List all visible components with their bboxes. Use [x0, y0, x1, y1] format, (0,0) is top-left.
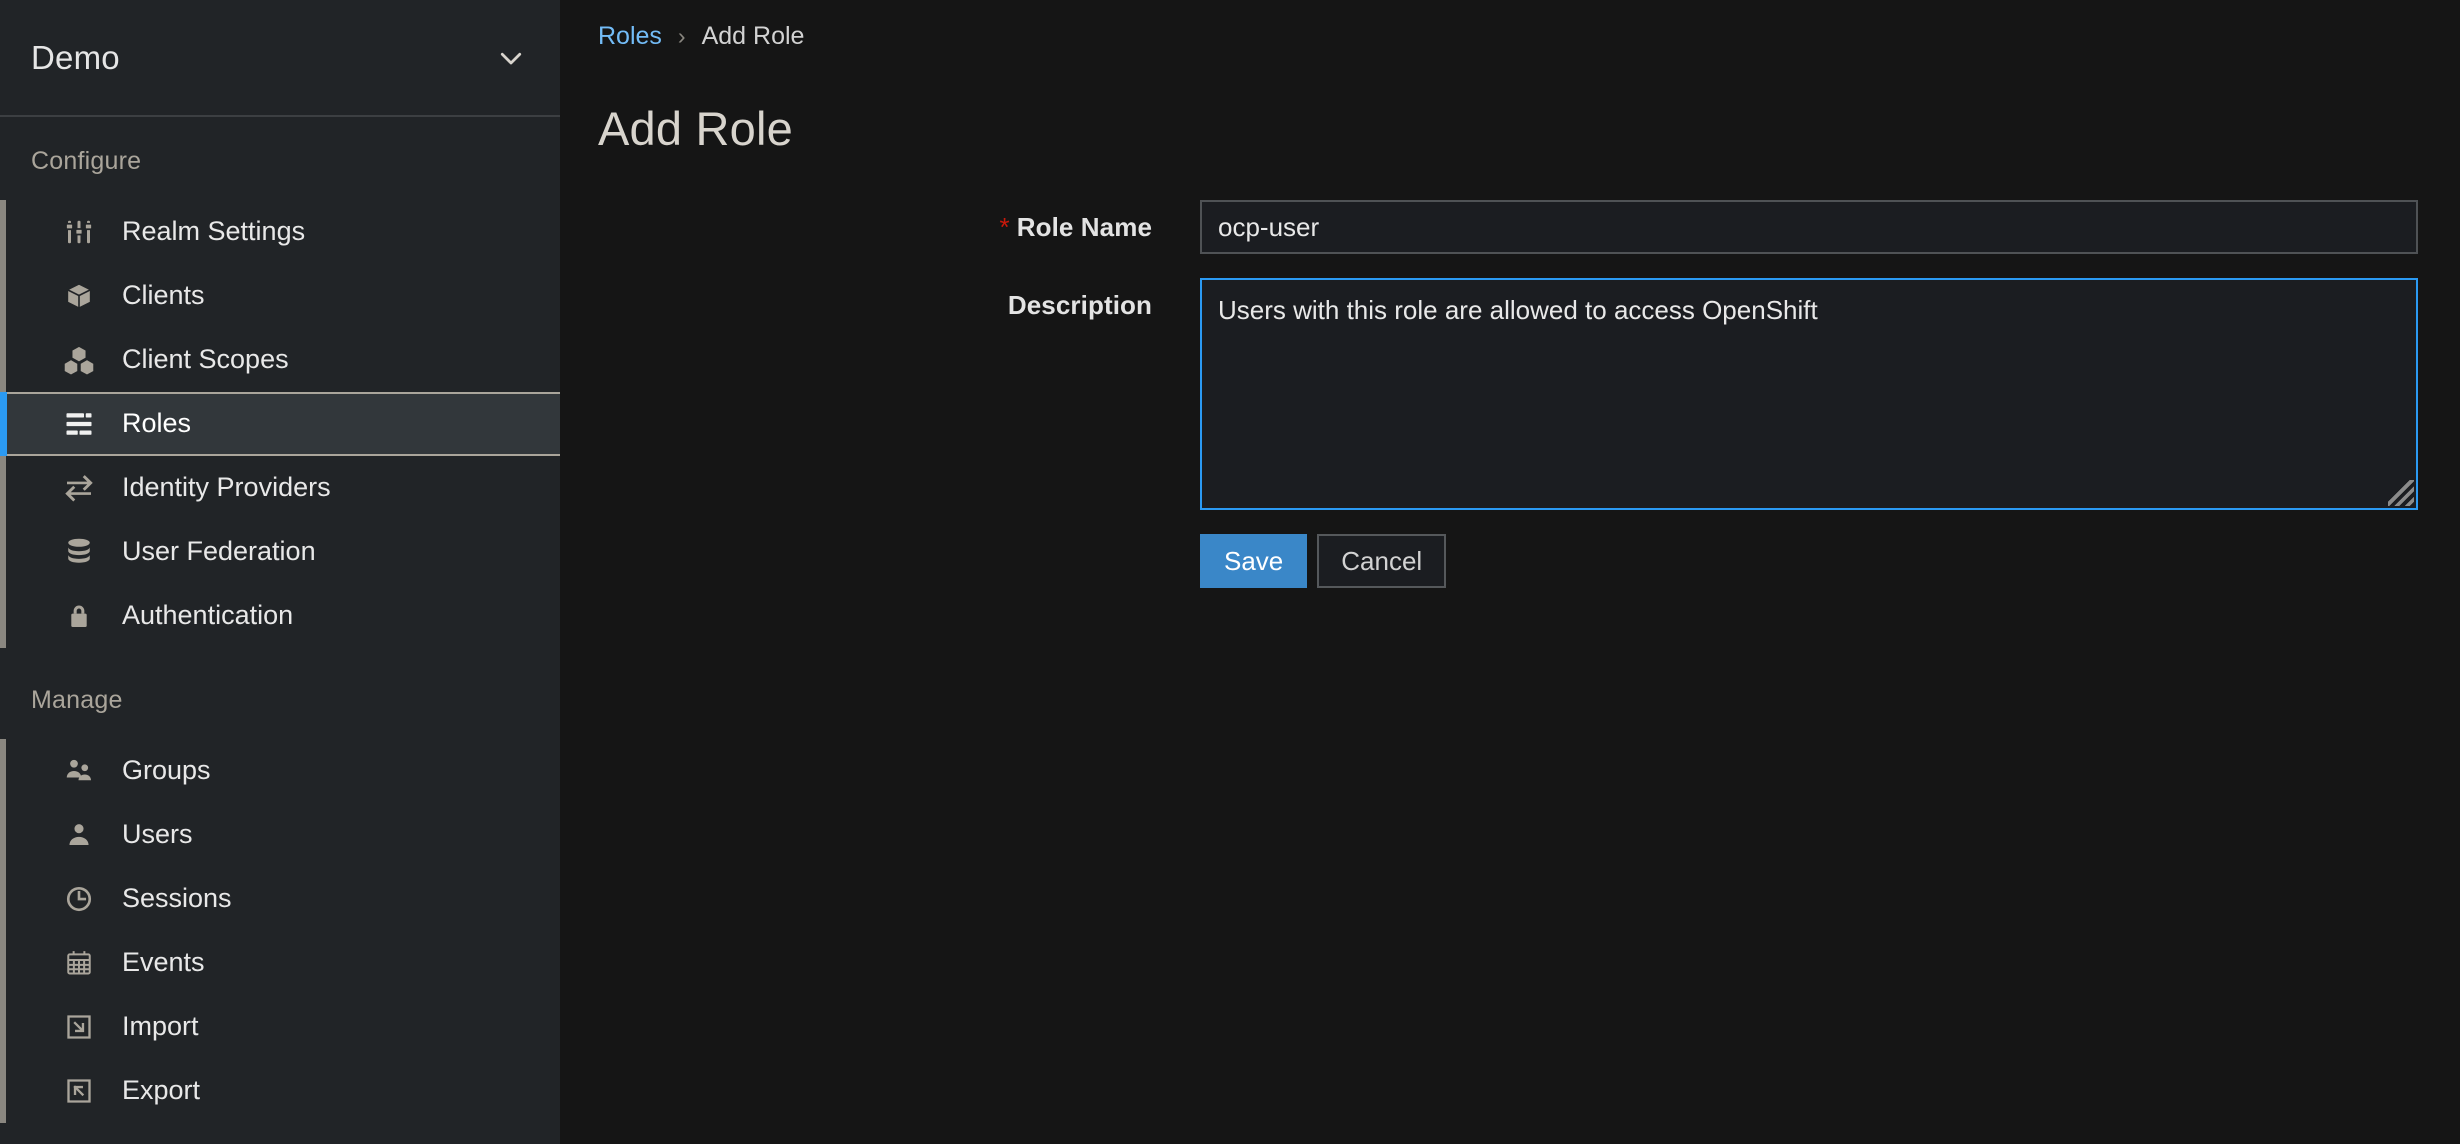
- sidebar-item-label: Sessions: [122, 882, 232, 913]
- sidebar-item-label: Groups: [122, 754, 211, 785]
- sidebar-item-clients[interactable]: Clients: [0, 264, 560, 328]
- sidebar-item-label: Clients: [122, 279, 205, 310]
- main-content: Roles › Add Role Add Role *Role Name Des…: [560, 0, 2460, 1144]
- user-icon: [62, 818, 96, 852]
- textarea-resize-handle[interactable]: [2388, 480, 2414, 506]
- breadcrumb-link-roles[interactable]: Roles: [598, 22, 662, 51]
- description-textarea-box: Users with this role are allowed to acce…: [1200, 278, 2418, 510]
- sidebar-item-label: Roles: [122, 407, 192, 438]
- sidebar-item-events[interactable]: Events: [0, 931, 560, 995]
- realm-selector[interactable]: Demo: [0, 0, 560, 117]
- realm-name: Demo: [31, 38, 120, 76]
- calendar-icon: [62, 946, 96, 980]
- required-marker: *: [999, 212, 1010, 242]
- description-label: Description: [1007, 290, 1152, 320]
- sidebar-item-export[interactable]: Export: [0, 1059, 560, 1123]
- role-name-label: * Role Name: [560, 200, 1200, 254]
- sidebar-item-label: Client Scopes: [122, 343, 289, 374]
- cubes-icon: [62, 343, 96, 377]
- cancel-button[interactable]: Cancel: [1317, 534, 1447, 588]
- form-actions: Save Cancel: [560, 534, 2460, 588]
- sidebar-section-title-manage: Manage: [31, 686, 123, 714]
- breadcrumb-current: Add Role: [701, 22, 805, 50]
- sidebar-item-label: Export: [122, 1074, 201, 1105]
- description-field-wrap: Users with this role are allowed to acce…: [1200, 278, 2460, 510]
- sidebar-item-user-federation[interactable]: User Federation: [0, 520, 560, 584]
- sidebar-item-label: Import: [122, 1010, 199, 1041]
- cube-icon: [62, 279, 96, 313]
- sliders-icon: [62, 215, 96, 249]
- sidebar-item-client-scopes[interactable]: Client Scopes: [0, 328, 560, 392]
- exchange-arrows-icon: [62, 471, 96, 505]
- sidebar-section-configure: Configure Realm Settings Clients Client …: [0, 147, 560, 648]
- add-role-form: *Role Name Description Users with this r…: [560, 200, 2460, 588]
- export-arrow-icon: [62, 1074, 96, 1108]
- role-name-field-wrap: [1200, 200, 2460, 254]
- sidebar-item-identity-providers[interactable]: Identity Providers: [0, 456, 560, 520]
- chevron-down-icon[interactable]: [496, 43, 526, 73]
- lock-icon: [62, 599, 96, 633]
- users-group-icon: [62, 754, 96, 788]
- sidebar-item-label: Events: [122, 946, 205, 977]
- save-button[interactable]: Save: [1200, 534, 1308, 588]
- form-row-role-name: * Role Name: [560, 200, 2460, 254]
- breadcrumb: Roles › Add Role: [560, 0, 2460, 51]
- sidebar-item-label: Realm Settings: [122, 215, 306, 246]
- form-row-description: Description Users with this role are all…: [560, 278, 2460, 510]
- role-name-label-text: Role Name: [1016, 212, 1152, 242]
- role-name-input[interactable]: [1200, 200, 2418, 254]
- sidebar-scroll-area: Configure Realm Settings Clients Client …: [0, 117, 560, 1144]
- description-textarea[interactable]: Users with this role are allowed to acce…: [1202, 280, 2416, 508]
- sidebar-item-users[interactable]: Users: [0, 803, 560, 867]
- sidebar-section-manage: Manage Groups Users Sessions Events Impo…: [0, 686, 560, 1123]
- sidebar-item-import[interactable]: Import: [0, 995, 560, 1059]
- database-icon: [62, 535, 96, 569]
- sidebar-item-label: User Federation: [122, 535, 316, 566]
- sidebar-navigation: Demo Configure Realm Settings Clients Cl…: [0, 0, 560, 1144]
- sidebar-item-roles[interactable]: Roles: [0, 392, 560, 456]
- page-title: Add Role: [598, 102, 793, 155]
- breadcrumb-separator-icon: ›: [677, 23, 686, 49]
- sidebar-item-label: Identity Providers: [122, 471, 331, 502]
- sidebar-item-sessions[interactable]: Sessions: [0, 867, 560, 931]
- sidebar-item-label: Users: [122, 818, 193, 849]
- sidebar-item-groups[interactable]: Groups: [0, 739, 560, 803]
- import-arrow-icon: [62, 1010, 96, 1044]
- sidebar-item-authentication[interactable]: Authentication: [0, 584, 560, 648]
- sidebar-item-realm-settings[interactable]: Realm Settings: [0, 200, 560, 264]
- application-window: Demo Configure Realm Settings Clients Cl…: [0, 0, 2460, 1144]
- sidebar-item-label: Authentication: [122, 599, 294, 630]
- clock-icon: [62, 882, 96, 916]
- sidebar-section-title-configure: Configure: [31, 147, 142, 175]
- list-rows-icon: [62, 407, 96, 441]
